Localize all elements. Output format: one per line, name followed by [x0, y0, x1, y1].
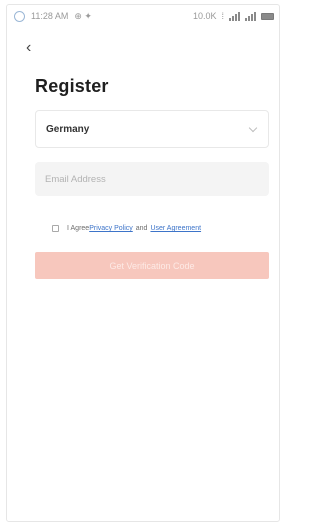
- page-title: Register: [35, 76, 109, 96]
- agree-connector: and: [135, 225, 148, 232]
- country-select[interactable]: Germany: [35, 110, 269, 148]
- get-verification-code-button[interactable]: Get Verification Code: [35, 252, 269, 279]
- chevron-down-icon: [248, 123, 258, 132]
- agree-prefix: I Agree: [67, 225, 90, 232]
- network-speed: 10.0K: [192, 11, 217, 21]
- agree-checkbox[interactable]: [52, 225, 59, 232]
- chevron-left-icon: ‹: [26, 39, 32, 56]
- status-extra-icons: ⊕ ✦: [74, 10, 92, 21]
- network-indicator: ⁞: [221, 11, 224, 21]
- email-field[interactable]: [35, 162, 269, 196]
- privacy-policy-link[interactable]: Privacy Policy: [89, 225, 133, 232]
- user-agreement-link[interactable]: User Agreement: [150, 225, 201, 232]
- battery-icon: [261, 12, 274, 20]
- country-value: Germany: [46, 123, 90, 135]
- status-time: 11:28 AM: [31, 11, 69, 21]
- signal-icon-2: [245, 11, 256, 21]
- signal-icon: [229, 11, 240, 21]
- status-bar: 11:28 AM ⊕ ✦ 10.0K ⁞: [14, 8, 274, 24]
- agreement-row: I Agree Privacy Policy and User Agreemen…: [52, 225, 201, 232]
- back-button[interactable]: ‹: [26, 40, 31, 56]
- notification-circle-icon: [14, 10, 25, 22]
